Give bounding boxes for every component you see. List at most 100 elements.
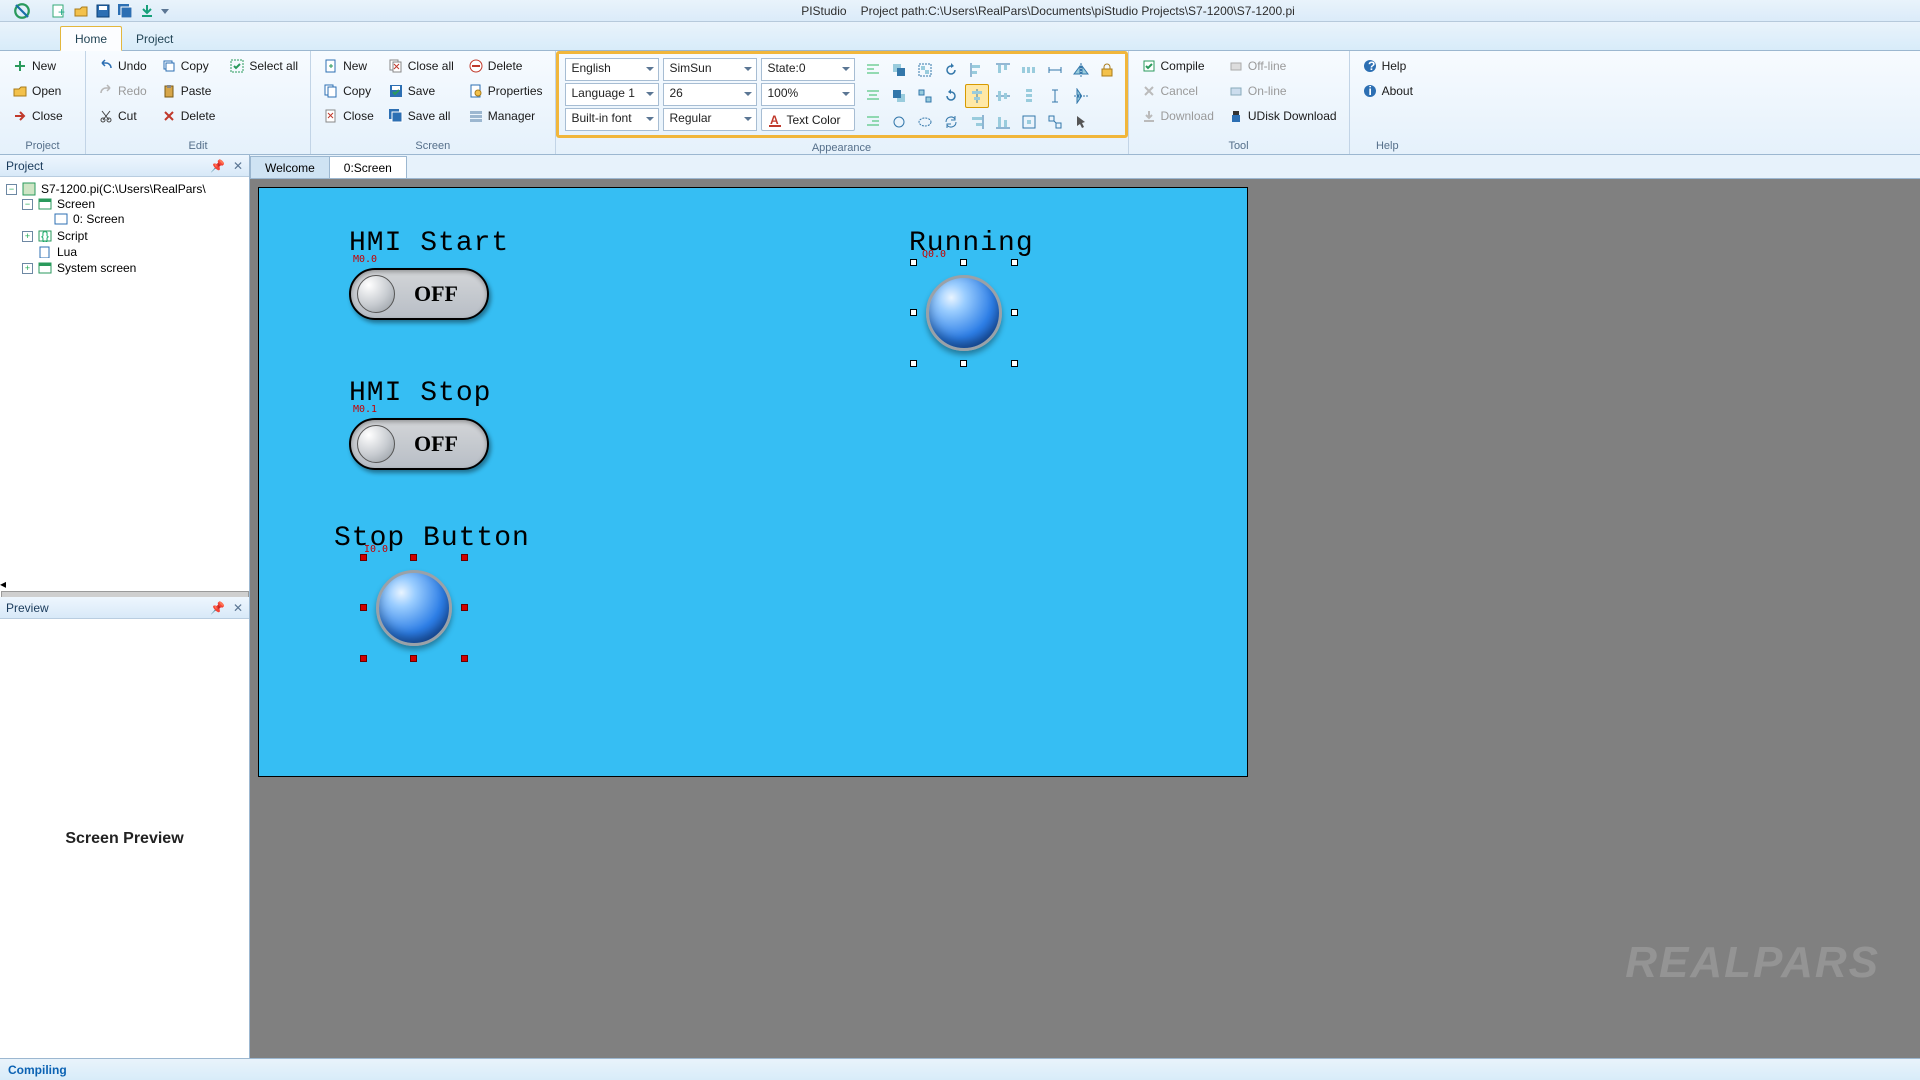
lock-icon[interactable]: [1095, 58, 1119, 82]
refresh-icon[interactable]: [939, 110, 963, 134]
about-button[interactable]: iAbout: [1356, 79, 1419, 103]
running-lamp[interactable]: [926, 275, 1002, 351]
delete-edit-button[interactable]: Delete: [155, 104, 222, 128]
dist-h-icon[interactable]: [1017, 58, 1041, 82]
ungroup-icon[interactable]: [913, 84, 937, 108]
tree-lua[interactable]: Lua: [57, 245, 77, 259]
state-select[interactable]: State:0: [761, 58, 855, 81]
tree-screen[interactable]: Screen: [57, 197, 95, 211]
text-color-button[interactable]: AText Color: [761, 108, 855, 131]
align-obj-right-icon[interactable]: [965, 110, 989, 134]
group-icon[interactable]: [913, 58, 937, 82]
same-height-icon[interactable]: [1043, 84, 1067, 108]
new-screen-button[interactable]: New: [317, 54, 380, 78]
running-lamp-selection[interactable]: Q0.0: [914, 263, 1014, 363]
hmi-stop-toggle[interactable]: M0.1 OFF: [349, 418, 489, 470]
font-size-select[interactable]: 26: [663, 83, 757, 106]
flip-v-icon[interactable]: [1069, 84, 1093, 108]
tree-toggle-icon[interactable]: +: [22, 263, 33, 274]
save-all-screens-button[interactable]: Save all: [382, 104, 460, 128]
cancel-button[interactable]: Cancel: [1135, 79, 1220, 103]
align-left-icon[interactable]: [861, 58, 885, 82]
close-icon[interactable]: ✕: [233, 159, 243, 173]
align-obj-left-icon[interactable]: [965, 58, 989, 82]
tab-project[interactable]: Project: [122, 27, 187, 50]
language-slot-select[interactable]: Language 1: [565, 83, 659, 106]
open-project-button[interactable]: Open: [6, 79, 69, 103]
group-label-tool: Tool: [1135, 139, 1343, 152]
screen-manager-button[interactable]: Manager: [462, 104, 549, 128]
language-select[interactable]: English: [565, 58, 659, 81]
doc-tab-screen0[interactable]: 0:Screen: [329, 156, 407, 178]
undo-icon: [98, 58, 114, 74]
close-screen-button[interactable]: Close: [317, 104, 380, 128]
dist-v-icon[interactable]: [1017, 84, 1041, 108]
unknown-tool-icon[interactable]: [1095, 84, 1119, 108]
rotate-ccw-icon[interactable]: [939, 58, 963, 82]
pin-icon[interactable]: 📌: [210, 601, 225, 615]
udisk-download-button[interactable]: UDisk Download: [1222, 104, 1343, 128]
font-family-select[interactable]: SimSun: [663, 58, 757, 81]
rotate-cw-icon[interactable]: [939, 84, 963, 108]
select-all-button[interactable]: Select all: [223, 54, 304, 78]
tree-system[interactable]: System screen: [57, 261, 136, 275]
delete-screen-button[interactable]: Delete: [462, 54, 549, 78]
screen-properties-button[interactable]: Properties: [462, 79, 549, 103]
align-center-icon[interactable]: [861, 84, 885, 108]
copy-screen-button[interactable]: Copy: [317, 79, 380, 103]
stop-button-selection[interactable]: I0.0: [364, 558, 464, 658]
font-mode-select[interactable]: Built-in font: [565, 108, 659, 131]
tree-script[interactable]: Script: [57, 229, 88, 243]
same-size-icon[interactable]: [1043, 110, 1067, 134]
circle-tool-icon[interactable]: [887, 110, 911, 134]
tree-toggle-icon[interactable]: +: [22, 231, 33, 242]
send-back-icon[interactable]: [887, 84, 911, 108]
offline-button[interactable]: Off-line: [1222, 54, 1343, 78]
project-tree[interactable]: −S7-1200.pi(C:\Users\RealPars\ −Screen 0…: [0, 177, 249, 577]
undo-button[interactable]: Undo: [92, 54, 153, 78]
qa-new-icon[interactable]: +: [50, 2, 68, 20]
new-project-button[interactable]: New: [6, 54, 69, 78]
hmi-canvas[interactable]: HMI Start M0.0 OFF HMI Stop M0.1 OFF Sto…: [258, 187, 1248, 777]
tab-home[interactable]: Home: [60, 26, 122, 51]
align-obj-center-h-icon[interactable]: [965, 84, 989, 108]
align-obj-top-icon[interactable]: [991, 58, 1015, 82]
close-all-screens-button[interactable]: Close all: [382, 54, 460, 78]
flip-h-icon[interactable]: [1069, 58, 1093, 82]
align-obj-center-v-icon[interactable]: [991, 84, 1015, 108]
online-button[interactable]: On-line: [1222, 79, 1343, 103]
qa-saveall-icon[interactable]: [116, 2, 134, 20]
align-right-icon[interactable]: [861, 110, 885, 134]
paste-button[interactable]: Paste: [155, 79, 222, 103]
qa-download-icon[interactable]: [138, 2, 156, 20]
tree-root[interactable]: S7-1200.pi(C:\Users\RealPars\: [41, 182, 206, 196]
help-button[interactable]: ?Help: [1356, 54, 1419, 78]
download-button[interactable]: Download: [1135, 104, 1220, 128]
compile-button[interactable]: Compile: [1135, 54, 1220, 78]
qa-save-icon[interactable]: [94, 2, 112, 20]
cut-button[interactable]: Cut: [92, 104, 153, 128]
qa-dropdown-icon[interactable]: [160, 2, 170, 20]
ellipse-dash-icon[interactable]: [913, 110, 937, 134]
save-screen-button[interactable]: Save: [382, 79, 460, 103]
qa-open-icon[interactable]: [72, 2, 90, 20]
redo-button[interactable]: Redo: [92, 79, 153, 103]
pointer-icon[interactable]: [1069, 110, 1093, 134]
align-obj-bottom-icon[interactable]: [991, 110, 1015, 134]
zoom-select[interactable]: 100%: [761, 83, 855, 106]
bring-front-icon[interactable]: [887, 58, 911, 82]
hmi-start-toggle[interactable]: M0.0 OFF: [349, 268, 489, 320]
tree-screen-0[interactable]: 0: Screen: [73, 212, 124, 226]
pin-icon[interactable]: 📌: [210, 159, 225, 173]
font-weight-select[interactable]: Regular: [663, 108, 757, 131]
center-canvas-icon[interactable]: [1017, 110, 1041, 134]
same-width-icon[interactable]: [1043, 58, 1067, 82]
copy-button[interactable]: Copy: [155, 54, 222, 78]
unknown-tool2-icon[interactable]: [1095, 110, 1119, 134]
tree-toggle-icon[interactable]: −: [6, 184, 17, 195]
stop-button-lamp[interactable]: [376, 570, 452, 646]
close-project-button[interactable]: Close: [6, 104, 69, 128]
close-icon[interactable]: ✕: [233, 601, 243, 615]
doc-tab-welcome[interactable]: Welcome: [250, 156, 330, 178]
tree-toggle-icon[interactable]: −: [22, 199, 33, 210]
